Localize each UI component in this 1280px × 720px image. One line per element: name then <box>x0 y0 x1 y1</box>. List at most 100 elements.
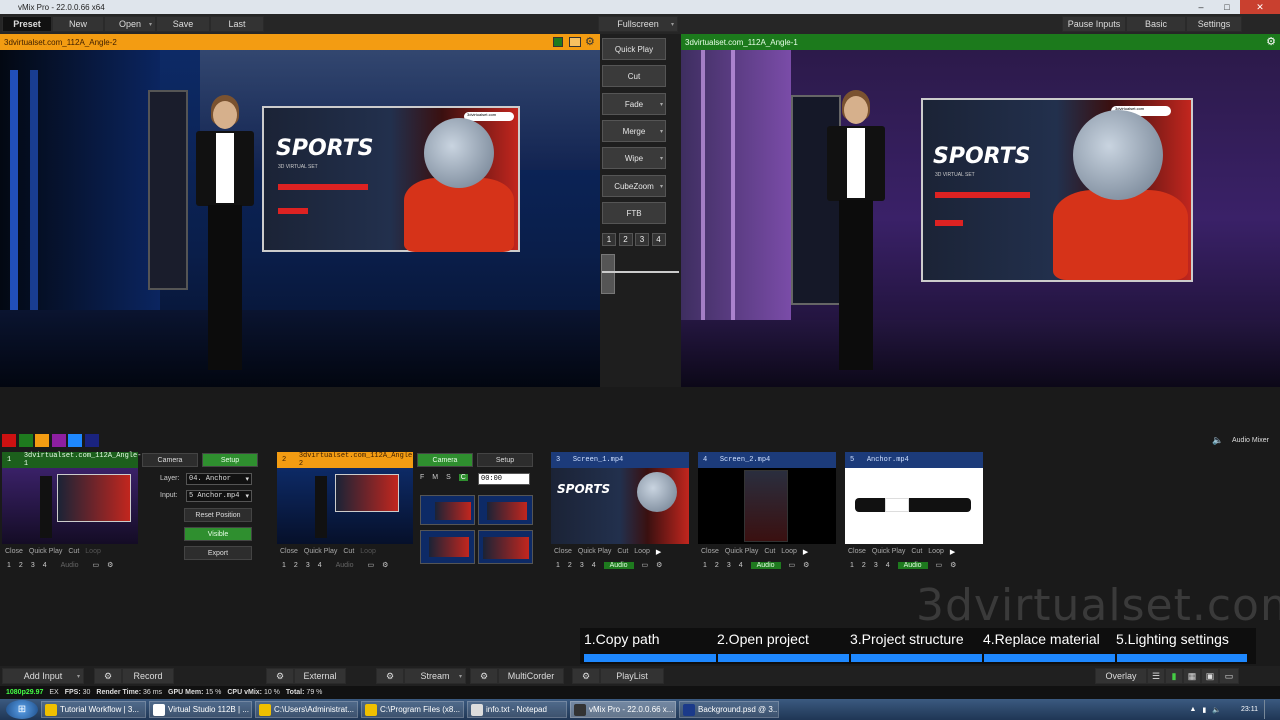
input3-num3[interactable]: 3 <box>580 562 584 569</box>
transition-cubezoom-button[interactable]: CubeZoom ▾ <box>602 175 666 197</box>
open-dropdown-icon[interactable]: ▾ <box>149 21 152 28</box>
input4-thumbnail[interactable] <box>698 468 836 544</box>
transition-merge-button[interactable]: Merge ▾ <box>602 120 666 142</box>
play-icon[interactable]: ▶ <box>950 548 955 556</box>
audio-mixer-button[interactable]: Audio Mixer <box>1232 437 1269 444</box>
record-settings-gear-icon[interactable]: ⚙ <box>94 668 122 684</box>
preset-button[interactable]: Preset <box>2 16 52 32</box>
taskbar-item[interactable]: vMix Pro - 22.0.0.66 x... <box>570 701 676 718</box>
input5-audio[interactable]: Audio <box>897 561 928 569</box>
external-button[interactable]: External <box>294 668 346 684</box>
multicorder-settings-gear-icon[interactable]: ⚙ <box>470 668 498 684</box>
input5-thumbnail[interactable] <box>845 468 983 544</box>
gear-icon[interactable]: ⚙ <box>803 561 809 569</box>
taskbar-item[interactable]: C:\Program Files (x8... <box>361 701 464 718</box>
taskbar-item[interactable]: Virtual Studio 112B | ... <box>149 701 252 718</box>
input5-num4[interactable]: 4 <box>886 562 890 569</box>
color-swatch[interactable] <box>68 434 82 447</box>
input1-quickplay[interactable]: Quick Play <box>29 548 62 555</box>
chevron-down-icon[interactable]: ▾ <box>660 183 663 190</box>
input1-thumbnail[interactable] <box>2 468 138 544</box>
minimize-button[interactable]: – <box>1188 0 1214 14</box>
input-select[interactable]: 5 Anchor.mp4 ▾ <box>186 490 252 502</box>
s-button[interactable]: S <box>446 474 451 481</box>
input1-loop[interactable]: Loop <box>85 548 101 555</box>
camera-preset-1[interactable] <box>420 495 475 525</box>
input3-num4[interactable]: 4 <box>592 562 596 569</box>
settings-button[interactable]: Settings <box>1186 16 1242 32</box>
input1-num4[interactable]: 4 <box>43 562 47 569</box>
speaker-icon[interactable]: 🔈 <box>1212 435 1223 446</box>
preview-green-icon[interactable] <box>553 37 563 47</box>
input5-header[interactable]: 5 Anchor.mp4 <box>845 452 983 468</box>
transition-slot-1[interactable]: 1 <box>602 233 616 246</box>
transition-slot-4[interactable]: 4 <box>651 233 666 246</box>
input2-num3[interactable]: 3 <box>306 562 310 569</box>
input2-setup-tab[interactable]: Setup <box>477 453 533 467</box>
preview-list-icon[interactable] <box>569 37 581 47</box>
playlist-button[interactable]: PlayList <box>600 668 664 684</box>
input4-header[interactable]: 4 Screen_2.mp4 <box>698 452 836 468</box>
input2-num1[interactable]: 1 <box>282 562 286 569</box>
close-window-button[interactable]: ✕ <box>1240 0 1280 14</box>
input3-num2[interactable]: 2 <box>568 562 572 569</box>
chevron-down-icon[interactable]: ▾ <box>660 128 663 135</box>
input2-audio[interactable]: Audio <box>330 562 360 569</box>
start-button-icon[interactable]: ⊞ <box>6 700 38 719</box>
input1-camera-tab[interactable]: Camera <box>142 453 198 467</box>
input1-num1[interactable]: 1 <box>7 562 11 569</box>
layer-select[interactable]: 04. Anchor ▾ <box>186 473 252 485</box>
volume-icon[interactable]: 🔈 <box>1212 706 1221 714</box>
gear-icon[interactable]: ⚙ <box>382 561 388 569</box>
input1-cut[interactable]: Cut <box>68 548 79 555</box>
program-view[interactable]: SPORTS 3D VIRTUAL SET 3dvirtualset.com <box>681 50 1280 387</box>
network-icon[interactable]: ▮ <box>1202 706 1206 714</box>
gear-icon[interactable]: ⚙ <box>950 561 956 569</box>
multicorder-button[interactable]: MultiCorder <box>498 668 564 684</box>
monitor-icon[interactable]: ▭ <box>93 561 100 569</box>
input1-num3[interactable]: 3 <box>31 562 35 569</box>
input4-cut[interactable]: Cut <box>764 548 775 556</box>
input3-quickplay[interactable]: Quick Play <box>578 548 611 556</box>
add-input-button[interactable]: Add Input ▾ <box>2 668 84 684</box>
t-bar-track[interactable] <box>602 271 679 273</box>
clock[interactable]: 23:11 <box>1241 706 1258 713</box>
transition-wipe-button[interactable]: Wipe ▾ <box>602 147 666 169</box>
input5-num3[interactable]: 3 <box>874 562 878 569</box>
input2-num4[interactable]: 4 <box>318 562 322 569</box>
transition-slot-2[interactable]: 2 <box>618 233 633 246</box>
preview-view[interactable]: SPORTS 3D VIRTUAL SET 3dvirtualset.com <box>0 50 600 387</box>
show-desktop-button[interactable] <box>1264 700 1274 719</box>
input5-cut[interactable]: Cut <box>911 548 922 556</box>
playlist-settings-gear-icon[interactable]: ⚙ <box>572 668 600 684</box>
list-view-icon[interactable]: ☰ <box>1147 668 1165 684</box>
monitor-icon[interactable]: ▭ <box>936 561 943 569</box>
input4-audio[interactable]: Audio <box>750 561 781 569</box>
input5-quickplay[interactable]: Quick Play <box>872 548 905 556</box>
input2-cut[interactable]: Cut <box>343 548 354 555</box>
input2-loop[interactable]: Loop <box>360 548 376 555</box>
stream-button[interactable]: Stream ▾ <box>404 668 466 684</box>
input4-quickplay[interactable]: Quick Play <box>725 548 758 556</box>
input5-num2[interactable]: 2 <box>862 562 866 569</box>
input3-num1[interactable]: 1 <box>556 562 560 569</box>
save-button[interactable]: Save <box>156 16 210 32</box>
overlay-button[interactable]: Overlay <box>1095 668 1147 684</box>
open-button[interactable]: Open ▾ <box>104 16 156 32</box>
camera-preset-3[interactable] <box>420 530 475 564</box>
input4-close[interactable]: Close <box>701 548 719 556</box>
stream-settings-gear-icon[interactable]: ⚙ <box>376 668 404 684</box>
color-swatch[interactable] <box>2 434 16 447</box>
input2-quickplay[interactable]: Quick Play <box>304 548 337 555</box>
input2-close[interactable]: Close <box>280 548 298 555</box>
input3-thumbnail[interactable]: SPORTS <box>551 468 689 544</box>
grid-view-icon[interactable]: ▦ <box>1183 668 1201 684</box>
input1-header[interactable]: 1 3dvirtualset.com_112A_Angle-1 <box>2 452 141 468</box>
camera-preset-2[interactable] <box>478 495 533 525</box>
input1-setup-tab[interactable]: Setup <box>202 453 258 467</box>
taskbar-item[interactable]: Tutorial Workflow | 3... <box>41 701 146 718</box>
c-button[interactable]: C <box>458 474 468 481</box>
input1-audio[interactable]: Audio <box>55 562 85 569</box>
input4-num4[interactable]: 4 <box>739 562 743 569</box>
play-icon[interactable]: ▶ <box>656 548 661 556</box>
